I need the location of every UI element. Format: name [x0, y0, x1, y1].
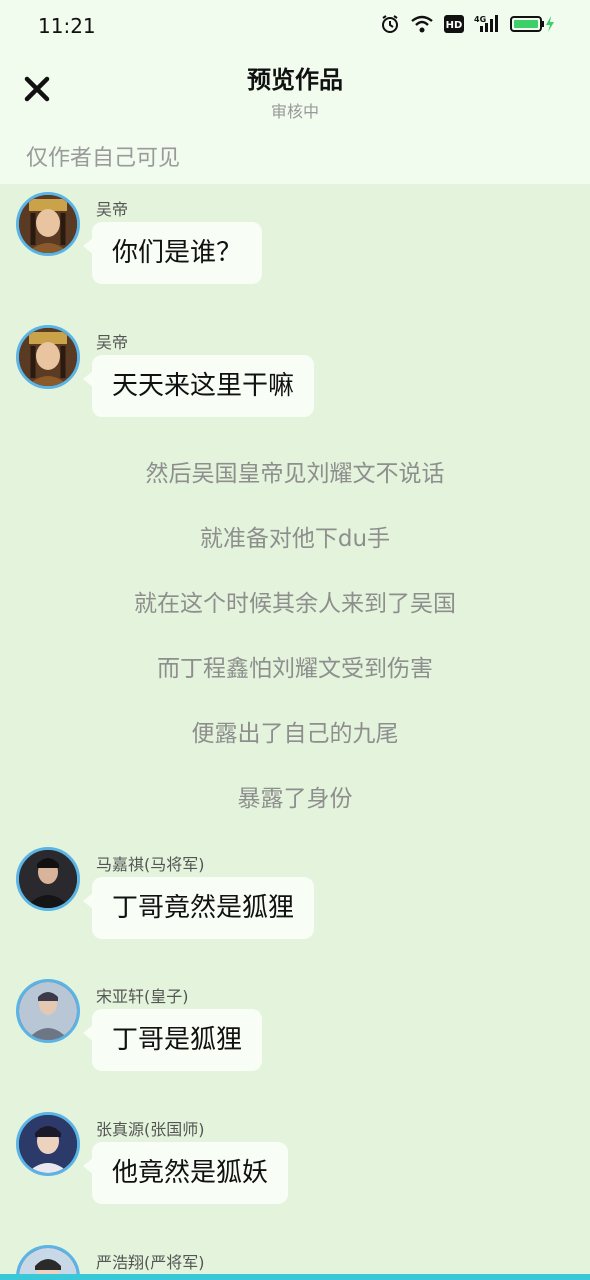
message-bubble[interactable]: 天天来这里干嘛: [82, 355, 315, 417]
speaker-name: 吴帝: [96, 200, 129, 219]
chat-message: 吴帝 你们是谁？: [16, 186, 576, 286]
chat-message: 张真源(张国师) 他竟然是狐妖: [16, 1106, 576, 1206]
avatar[interactable]: [16, 847, 80, 911]
narration-line: 便露出了自己的九尾: [191, 721, 399, 747]
message-bubble[interactable]: 他竟然是狐妖: [82, 1142, 289, 1204]
status-time: 11:21: [38, 14, 96, 38]
chat-message: 宋亚轩(皇子) 丁哥是狐狸: [16, 973, 576, 1073]
avatar-image: [19, 982, 77, 1040]
message-bubble[interactable]: 你们是谁？: [82, 222, 263, 284]
cellular-signal-icon: 4G: [474, 15, 498, 32]
message-bubble[interactable]: 丁哥是狐狸: [82, 1009, 263, 1071]
avatar[interactable]: [16, 979, 80, 1043]
message-bubble[interactable]: 丁哥竟然是狐狸: [82, 877, 315, 939]
chat-message: 吴帝 天天来这里干嘛: [16, 319, 576, 419]
chat-message: 马嘉祺(马将军) 丁哥竟然是狐狸: [16, 841, 576, 941]
speaker-name: 马嘉祺(马将军): [96, 855, 205, 874]
hd-badge: HD: [446, 20, 463, 31]
speaker-name: 严浩翔(严将军): [96, 1253, 205, 1272]
speaker-name: 张真源(张国师): [96, 1120, 205, 1139]
narration-line: 然后吴国皇帝见刘耀文不说话: [145, 461, 445, 487]
speaker-name: 宋亚轩(皇子): [96, 987, 189, 1006]
avatar[interactable]: [16, 192, 80, 256]
narration-line: 而丁程鑫怕刘耀文受到伤害: [157, 656, 433, 682]
avatar-image: [19, 195, 77, 253]
narration-line: 就准备对他下du手: [199, 526, 391, 552]
avatar-image: [19, 1115, 77, 1173]
bottom-strip: [0, 1274, 590, 1280]
page-title: 预览作品: [247, 66, 343, 94]
avatar[interactable]: [16, 325, 80, 389]
narration-line: 就在这个时候其余人来到了吴国: [134, 591, 456, 617]
narration-line: 暴露了身份: [237, 786, 353, 812]
alarm-icon: [382, 15, 398, 33]
hd-icon: HD: [444, 15, 464, 33]
network-type: 4G: [474, 15, 486, 24]
avatar[interactable]: [16, 1112, 80, 1176]
review-status: 审核中: [270, 102, 319, 121]
status-bar: 11:21 HD 4G: [0, 0, 590, 52]
visibility-note: 仅作者自己可见: [26, 146, 181, 171]
speaker-name: 吴帝: [96, 333, 129, 352]
wifi-icon: [411, 15, 433, 33]
avatar-image: [19, 328, 77, 386]
avatar-image: [19, 850, 77, 908]
status-icons: HD 4G: [380, 14, 556, 34]
battery-charging-icon: [510, 16, 554, 32]
top-bar: 11:21 HD 4G 预览作品 审核中 仅作者自己可见: [0, 0, 590, 184]
chat-area[interactable]: 吴帝 你们是谁？ 吴帝 天天来这里干嘛 然后吴国皇帝见刘耀文不说话 就准备对他下…: [0, 184, 590, 1280]
